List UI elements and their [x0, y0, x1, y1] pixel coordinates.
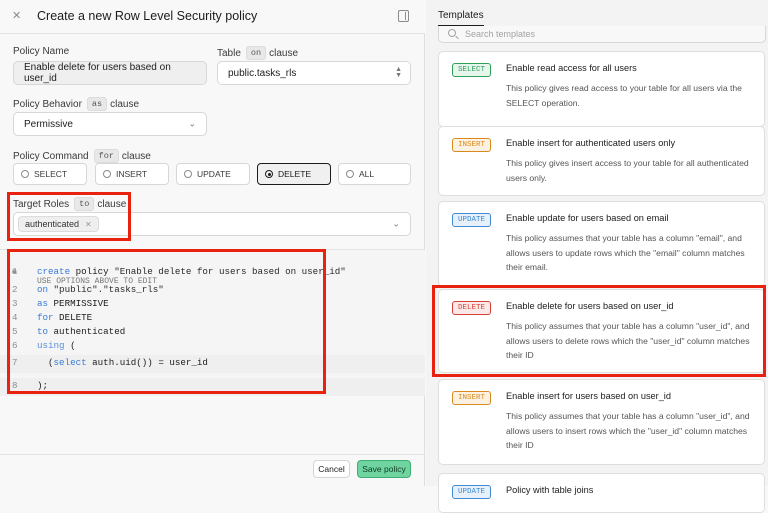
template-card-update[interactable]: UPDATE Policy with table joins: [438, 473, 765, 513]
operation-tag: SELECT: [452, 63, 492, 77]
page-title: Create a new Row Level Security policy: [37, 9, 258, 23]
code-line: 7 (select auth.uid()) = user_id: [0, 355, 425, 373]
line-number: 2: [12, 284, 18, 295]
command-option-update[interactable]: UPDATE: [176, 163, 250, 185]
as-badge: as: [86, 97, 108, 111]
policy-name-input[interactable]: Enable delete for users based on user_id: [13, 61, 207, 85]
code-line: 4 for DELETE: [0, 312, 425, 326]
command-option-insert[interactable]: INSERT: [95, 163, 169, 185]
roles-multiselect[interactable]: authenticated ✕ ⌄: [13, 212, 411, 236]
tab-templates[interactable]: Templates: [438, 10, 484, 21]
role-chip: authenticated ✕: [18, 216, 99, 232]
command-option-delete[interactable]: DELETE: [257, 163, 331, 185]
line-number: 6: [12, 340, 18, 351]
code-line: 1 create policy "Enable delete for users …: [0, 266, 425, 280]
line-number: 8: [12, 380, 18, 391]
template-description: This policy assumes that your table has …: [506, 321, 750, 360]
radio-icon: [346, 170, 354, 178]
template-description: This policy gives insert access to your …: [506, 158, 749, 183]
template-description: This policy assumes that your table has …: [506, 411, 750, 450]
close-icon[interactable]: ✕: [12, 9, 21, 22]
code-line: 8);: [0, 378, 425, 396]
line-number: 3: [12, 298, 18, 309]
command-label: Policy Command for clause: [13, 149, 151, 163]
updown-chevron-icon: ▲ ▼: [395, 66, 402, 79]
panel-header: ✕ Create a new Row Level Security policy: [0, 0, 425, 34]
template-description: This policy assumes that your table has …: [506, 233, 745, 272]
for-badge: for: [93, 149, 119, 163]
code-line: 3 as PERMISSIVE: [0, 298, 425, 312]
radio-icon: [184, 170, 192, 178]
on-badge: on: [245, 46, 267, 60]
code-text: to authenticated: [37, 326, 126, 337]
policy-name-label: Policy Name: [13, 46, 70, 57]
template-card-insert[interactable]: INSERT Enable insert for users based on u…: [438, 379, 765, 465]
roles-label: Target Roles to clause: [13, 197, 127, 211]
line-number: 5: [12, 326, 18, 337]
template-title: Enable delete for users based on user_id: [506, 301, 674, 311]
operation-tag: UPDATE: [452, 213, 492, 227]
toggle-panel-icon[interactable]: [398, 10, 409, 22]
cancel-button[interactable]: Cancel: [313, 460, 350, 478]
template-card-delete[interactable]: DELETE Enable delete for users based on u…: [438, 289, 765, 373]
radio-icon: [21, 170, 29, 178]
operation-tag: INSERT: [452, 391, 492, 405]
sql-editor[interactable]: 🔒︎ USE OPTIONS ABOVE TO EDIT 1 create pol…: [0, 249, 425, 396]
code-text: using (: [37, 340, 76, 351]
chevron-down-icon: ⌄: [188, 118, 196, 129]
operation-tag: UPDATE: [452, 485, 492, 499]
chevron-down-icon: ⌄: [392, 218, 400, 229]
remove-chip-icon[interactable]: ✕: [85, 220, 92, 229]
template-title: Enable insert for users based on user_id: [506, 391, 671, 401]
behavior-select-value: Permissive: [24, 118, 73, 130]
operation-tag: DELETE: [452, 301, 492, 315]
command-option-all[interactable]: ALL: [338, 163, 411, 185]
table-label: Table on clause: [217, 46, 299, 60]
line-number: 7: [12, 357, 18, 368]
code-line: 2 on "public"."tasks_rls": [0, 284, 425, 298]
search-icon: [448, 29, 456, 37]
to-badge: to: [74, 197, 95, 211]
policy-name-value: Enable delete for users based on user_id: [24, 62, 171, 84]
code-text: on "public"."tasks_rls": [37, 284, 164, 295]
search-placeholder: Search templates: [465, 29, 536, 39]
template-description: This policy gives read access to your ta…: [506, 83, 742, 108]
table-select-value: public.tasks_rls: [228, 67, 297, 79]
radio-icon: [103, 170, 111, 178]
code-text: for DELETE: [37, 312, 93, 323]
template-card-update[interactable]: UPDATE Enable update for users based on e…: [438, 201, 765, 287]
operation-tag: INSERT: [452, 138, 492, 152]
save-policy-button[interactable]: Save policy: [357, 460, 411, 478]
code-text: create policy "Enable delete for users b…: [37, 266, 346, 277]
radio-selected-icon: [265, 170, 273, 178]
template-title: Enable insert for authenticated users on…: [506, 138, 676, 148]
template-card-insert[interactable]: INSERT Enable insert for authenticated us…: [438, 126, 765, 196]
code-line: 6 using (: [0, 340, 425, 354]
template-title: Enable update for users based on email: [506, 213, 669, 223]
table-select[interactable]: public.tasks_rls ▲ ▼: [217, 61, 411, 85]
search-templates-input[interactable]: Search templates: [438, 26, 766, 43]
command-option-select[interactable]: SELECT: [13, 163, 87, 185]
line-number: 1: [12, 266, 18, 277]
code-text: );: [37, 380, 54, 391]
code-text: as PERMISSIVE: [37, 298, 109, 309]
behavior-label: Policy Behavior as clause: [13, 97, 140, 111]
template-title: Policy with table joins: [506, 485, 594, 495]
code-text: (select auth.uid()) = user_id: [37, 357, 208, 368]
behavior-select[interactable]: Permissive ⌄: [13, 112, 207, 136]
template-card-select[interactable]: SELECT Enable read access for all users Th…: [438, 51, 765, 127]
code-line: 5 to authenticated: [0, 326, 425, 340]
template-title: Enable read access for all users: [506, 63, 637, 73]
templates-panel: Templates Search templates SELECT Enable …: [426, 0, 768, 513]
policy-editor-panel: ✕ Create a new Row Level Security policy…: [0, 0, 425, 486]
line-number: 4: [12, 312, 18, 323]
